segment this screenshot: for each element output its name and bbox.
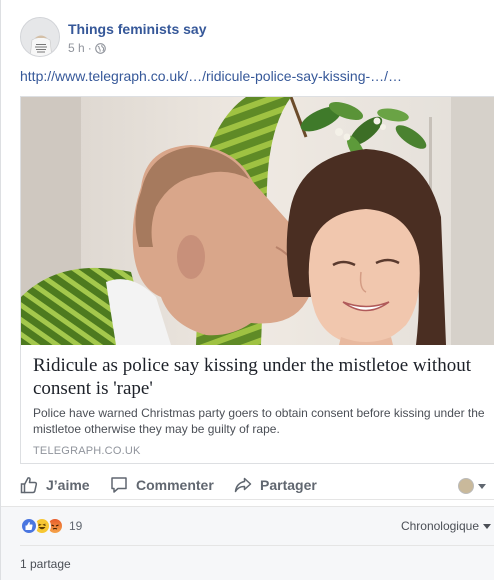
attachment-description: Police have warned Christmas party goers… (33, 406, 485, 436)
share-arrow-icon (234, 476, 252, 494)
attachment-photo[interactable] (21, 97, 494, 345)
post-timestamp[interactable]: 5 h (68, 41, 85, 55)
globe-icon[interactable] (94, 42, 106, 54)
like-label: J’aime (46, 477, 90, 493)
meta-separator: · (87, 41, 92, 55)
post-as-selector[interactable] (458, 478, 486, 494)
feedback-section: 19 Chronologique 1 partage (1, 506, 494, 580)
sort-label: Chronologique (400, 519, 479, 533)
attachment-domain: TELEGRAPH.CO.UK (33, 445, 141, 457)
thumbs-up-icon (20, 476, 38, 494)
like-reaction-icon (20, 517, 38, 535)
share-count-link[interactable]: 1 partage (20, 557, 71, 571)
chevron-down-icon (483, 523, 491, 529)
post-link-text[interactable]: http://www.telegraph.co.uk/…/ridicule-po… (20, 68, 402, 84)
chevron-down-icon (478, 483, 486, 489)
post-actions-bar: J’aime Commenter Partager (20, 470, 494, 500)
page-name-link[interactable]: Things feminists say (68, 21, 206, 37)
like-button[interactable]: J’aime (20, 476, 90, 494)
viewer-avatar (458, 478, 474, 494)
link-attachment[interactable]: Ridicule as police say kissing under the… (20, 96, 494, 464)
reaction-count: 19 (69, 519, 83, 533)
comment-label: Commenter (136, 477, 214, 493)
feedback-divider (20, 545, 494, 546)
comment-sort-dropdown[interactable]: Chronologique (401, 519, 491, 533)
share-label: Partager (260, 477, 317, 493)
comment-icon (110, 476, 128, 494)
page-avatar[interactable] (20, 17, 60, 57)
comment-button[interactable]: Commenter (110, 476, 214, 494)
post-meta: 5 h · (68, 41, 106, 55)
post-header: Things feminists say 5 h · (1, 0, 494, 62)
feed-post: Things feminists say 5 h · http://www.te… (0, 0, 494, 580)
attachment-title[interactable]: Ridicule as police say kissing under the… (33, 354, 488, 400)
share-button[interactable]: Partager (234, 476, 317, 494)
reactions-summary[interactable]: 19 (20, 517, 82, 535)
